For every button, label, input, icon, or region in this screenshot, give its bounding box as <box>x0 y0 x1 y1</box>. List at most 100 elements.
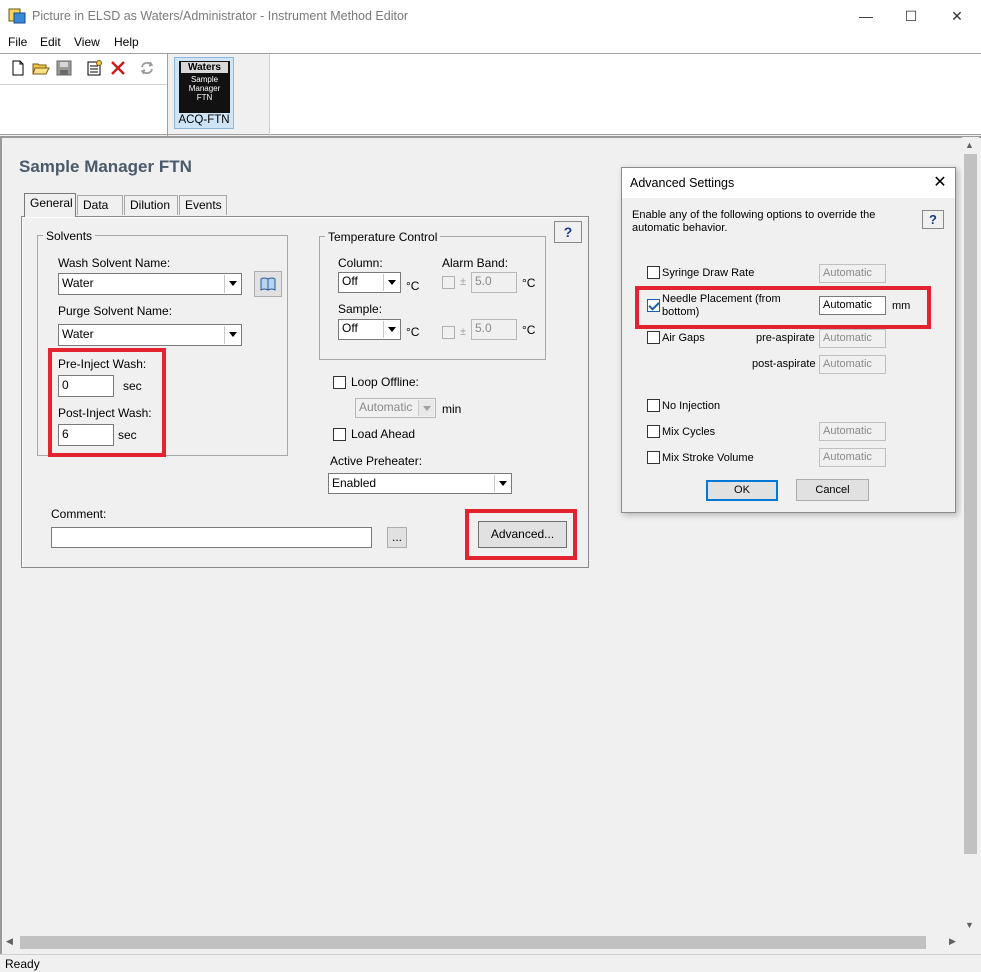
chevron-down-icon <box>224 275 240 293</box>
sample-temp-select[interactable]: Off <box>338 319 401 340</box>
scroll-up-icon[interactable]: ▲ <box>965 140 974 150</box>
loop-offline-select[interactable]: Automatic <box>355 398 436 418</box>
properties-icon[interactable] <box>85 59 103 77</box>
delete-icon[interactable] <box>109 59 127 77</box>
status-bar: Ready <box>0 954 981 972</box>
tab-dilution[interactable]: Dilution <box>124 195 178 215</box>
sample-alarm-unit: °C <box>522 323 536 337</box>
active-preheater-label: Active Preheater: <box>330 454 423 468</box>
chevron-down-icon <box>383 274 399 291</box>
loop-offline-value: Automatic <box>359 400 413 414</box>
post-aspirate-input[interactable]: Automatic <box>819 355 886 374</box>
scroll-left-icon[interactable]: ◀ <box>6 936 13 947</box>
menu-edit[interactable]: Edit <box>40 35 61 49</box>
toolbar: Waters Sample Manager FTN ACQ-FTN <box>0 53 981 136</box>
comment-label: Comment: <box>51 507 107 521</box>
column-alarm-checkbox[interactable] <box>442 276 455 289</box>
cancel-button[interactable]: Cancel <box>796 479 869 501</box>
mix-cycles-input[interactable]: Automatic <box>819 422 886 441</box>
column-alarm-plusminus: ± <box>460 276 467 288</box>
maximize-button[interactable]: ☐ <box>888 0 934 33</box>
active-preheater-select[interactable]: Enabled <box>328 473 512 494</box>
menu-help[interactable]: Help <box>114 35 139 49</box>
no-injection-label: No Injection <box>662 400 721 412</box>
pre-aspirate-label: pre-aspirate <box>756 332 815 344</box>
module-acq-ftn[interactable]: Waters Sample Manager FTN ACQ-FTN <box>174 57 234 129</box>
vertical-scroll-thumb[interactable] <box>964 154 977 854</box>
module-line-2: Manager <box>188 84 221 93</box>
dialog-title-bar: Advanced Settings ✕ <box>622 168 955 198</box>
highlight-advanced-button <box>465 509 577 560</box>
sample-temp-label: Sample: <box>338 302 383 316</box>
module-label: ACQ-FTN <box>178 114 230 126</box>
title-bar: Picture in ELSD as Waters/Administrator … <box>0 0 981 33</box>
solvents-group-title: Solvents <box>43 229 96 243</box>
comment-browse-button[interactable]: ... <box>387 527 407 548</box>
syringe-draw-rate-checkbox[interactable] <box>647 266 660 279</box>
dialog-close-button[interactable]: ✕ <box>926 172 954 194</box>
mix-cycles-checkbox[interactable] <box>647 425 660 438</box>
status-text: Ready <box>5 957 40 971</box>
help-button[interactable]: ? <box>554 221 582 243</box>
highlight-needle-placement <box>635 286 931 329</box>
chevron-down-icon <box>418 400 434 416</box>
chevron-down-icon <box>383 321 399 338</box>
dialog-description: Enable any of the following options to o… <box>632 209 876 234</box>
air-gaps-checkbox[interactable] <box>647 331 660 344</box>
wash-solvent-value: Water <box>62 276 94 290</box>
mix-stroke-volume-checkbox[interactable] <box>647 451 660 464</box>
purge-solvent-value: Water <box>62 327 94 341</box>
column-temp-unit: °C <box>406 279 420 293</box>
mix-stroke-volume-label: Mix Stroke Volume <box>662 452 754 464</box>
highlight-wash-settings <box>48 348 166 457</box>
new-document-icon[interactable] <box>9 59 27 77</box>
syringe-draw-rate-label: Syringe Draw Rate <box>662 267 755 279</box>
sample-temp-value: Off <box>342 321 358 335</box>
ok-button[interactable]: OK <box>706 480 778 501</box>
syringe-draw-rate-input[interactable]: Automatic <box>819 264 886 283</box>
toolbar-separator <box>167 54 168 136</box>
alarm-band-label: Alarm Band: <box>442 256 509 270</box>
page-title: Sample Manager FTN <box>19 157 192 176</box>
load-ahead-label: Load Ahead <box>351 427 416 441</box>
tab-events[interactable]: Events <box>179 195 227 215</box>
column-alarm-input[interactable]: 5.0 <box>471 272 517 293</box>
dialog-help-button[interactable]: ? <box>922 210 944 229</box>
module-line-3: FTN <box>196 93 213 102</box>
mix-cycles-label: Mix Cycles <box>662 426 716 438</box>
loop-offline-unit: min <box>442 402 462 416</box>
tab-data[interactable]: Data <box>77 195 123 215</box>
solvent-library-button[interactable] <box>254 271 282 297</box>
window-title: Picture in ELSD as Waters/Administrator … <box>32 9 409 23</box>
temperature-group-title: Temperature Control <box>325 230 441 244</box>
post-aspirate-label: post-aspirate <box>752 358 816 370</box>
module-line-1: Sample <box>190 75 219 84</box>
save-icon[interactable] <box>55 59 73 77</box>
loop-offline-checkbox[interactable] <box>333 376 346 389</box>
comment-input[interactable] <box>51 527 372 548</box>
mix-stroke-volume-input[interactable]: Automatic <box>819 448 886 467</box>
loop-offline-label: Loop Offline: <box>351 375 419 389</box>
air-gaps-label: Air Gaps <box>662 332 705 344</box>
close-button[interactable]: ✕ <box>934 0 980 33</box>
horizontal-scroll-thumb[interactable] <box>20 936 926 949</box>
minimize-button[interactable]: — <box>843 0 889 33</box>
pre-aspirate-input[interactable]: Automatic <box>819 329 886 348</box>
menu-file[interactable]: File <box>8 35 27 49</box>
refresh-icon[interactable] <box>138 59 156 77</box>
sample-alarm-checkbox[interactable] <box>442 326 455 339</box>
tab-general[interactable]: General <box>24 193 76 217</box>
wash-solvent-select[interactable]: Water <box>58 273 242 295</box>
scroll-right-icon[interactable]: ▶ <box>949 936 956 947</box>
load-ahead-checkbox[interactable] <box>333 428 346 441</box>
sample-temp-unit: °C <box>406 325 420 339</box>
column-temp-label: Column: <box>338 256 383 270</box>
purge-solvent-select[interactable]: Water <box>58 324 242 346</box>
column-temp-select[interactable]: Off <box>338 272 401 293</box>
dialog-title: Advanced Settings <box>630 176 735 190</box>
scroll-down-icon[interactable]: ▼ <box>965 920 974 930</box>
menu-view[interactable]: View <box>74 35 100 49</box>
sample-alarm-input[interactable]: 5.0 <box>471 319 517 340</box>
no-injection-checkbox[interactable] <box>647 399 660 412</box>
open-folder-icon[interactable] <box>32 59 50 77</box>
